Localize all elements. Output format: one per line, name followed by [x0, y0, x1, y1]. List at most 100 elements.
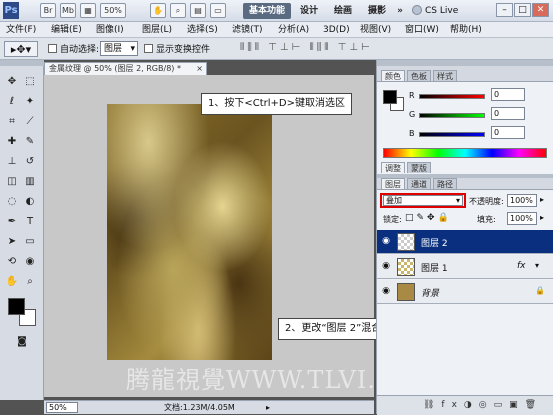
menu-file[interactable]: 文件(F) [6, 22, 36, 38]
layer-name[interactable]: 背景 [421, 286, 439, 299]
type-tool-icon[interactable]: T [22, 214, 38, 230]
channel-r-input[interactable]: 0 [491, 88, 525, 101]
selection-tool-icon[interactable]: ⬚ [22, 74, 38, 90]
crop-tool-icon[interactable]: ⌗ [4, 114, 20, 130]
gradient-tool-icon[interactable]: ▥ [22, 174, 38, 190]
menu-filter[interactable]: 滤镜(T) [232, 22, 263, 38]
blur-tool-icon[interactable]: ◌ [4, 194, 20, 210]
hand-tool-icon[interactable]: ✋ [150, 3, 166, 18]
fill-arrow-icon[interactable]: ▸ [540, 213, 544, 222]
menu-window[interactable]: 窗口(W) [405, 22, 439, 38]
dodge-tool-icon[interactable]: ◐ [22, 194, 38, 210]
show-transform-checkbox[interactable] [144, 44, 153, 53]
menu-layer[interactable]: 图层(L) [142, 22, 172, 38]
quick-mask-icon[interactable]: ◙ [14, 334, 30, 350]
auto-select-checkbox[interactable] [48, 44, 57, 53]
fx-badge[interactable]: fx [517, 261, 526, 271]
tab-swatches[interactable]: 色板 [407, 70, 431, 81]
minimize-button[interactable]: – [496, 3, 513, 17]
menu-view[interactable]: 视图(V) [360, 22, 391, 38]
opacity-input[interactable]: 100% [507, 194, 537, 207]
eye-icon[interactable]: ◉ [380, 287, 392, 296]
zoom-tool-icon[interactable]: ⌕ [170, 3, 186, 18]
opacity-arrow-icon[interactable]: ▸ [540, 195, 544, 204]
pen-tool-icon[interactable]: ✒ [4, 214, 20, 230]
color-spectrum-bar[interactable] [383, 148, 547, 158]
hand-tool-icon[interactable]: ✋ [4, 274, 20, 290]
tool-preset-picker[interactable]: ▸✥▾ [4, 41, 38, 57]
status-menu-arrow-icon[interactable]: ▸ [266, 401, 270, 414]
panel-grip[interactable] [377, 60, 553, 66]
magic-wand-icon[interactable]: ✦ [22, 94, 38, 110]
tab-styles[interactable]: 样式 [433, 70, 457, 81]
layer-row-layer2[interactable]: ◉ 图层 2 [377, 230, 553, 254]
menu-3d[interactable]: 3D(D) [323, 22, 350, 38]
document-tab[interactable]: 金属纹理 @ 50% (图层 2, RGB/8) * × [44, 62, 207, 75]
zoom-level-select[interactable]: 50% [100, 3, 126, 18]
tab-paths[interactable]: 路径 [433, 178, 457, 189]
bridge-button[interactable]: Br [40, 3, 56, 18]
close-icon[interactable]: × [196, 63, 203, 75]
workspace-design[interactable]: 设计 [296, 3, 322, 19]
tab-color[interactable]: 颜色 [381, 70, 405, 81]
callout-step-1: 1、按下<Ctrl+D>键取消选区 [201, 93, 352, 115]
channel-g-slider[interactable] [419, 113, 485, 118]
layer-row-layer1[interactable]: ◉ 图层 1 fx ▾ [377, 255, 553, 279]
color-panel-fg-swatch-top[interactable] [383, 90, 397, 104]
maximize-button[interactable]: □ [514, 3, 531, 17]
eye-icon[interactable]: ◉ [380, 237, 392, 246]
layer-name[interactable]: 图层 1 [421, 261, 448, 274]
tab-layers[interactable]: 图层 [381, 178, 405, 189]
blend-mode-dropdown[interactable]: 叠加 ▾ [383, 195, 463, 206]
align-buttons[interactable]: ⫴⫼⫴ ⊤⊥⊢ ⫴⫼⫴ ⊤⊥⊢ [240, 42, 373, 53]
foreground-color-swatch-top[interactable] [8, 298, 25, 315]
lasso-tool-icon[interactable]: ℓ [4, 94, 20, 110]
brush-tool-icon[interactable]: ✎ [22, 134, 38, 150]
metal-texture-artwork[interactable] [107, 104, 272, 360]
status-doc-size[interactable]: 文档:1.23M/4.05M [164, 401, 235, 414]
arrange-documents-icon[interactable]: ▤ [190, 3, 206, 18]
cs-live-button[interactable]: CS Live [425, 4, 458, 18]
workspace-essentials[interactable]: 基本功能 [243, 3, 291, 19]
zoom-tool-icon[interactable]: ⌕ [22, 274, 38, 290]
toolbox-grip[interactable] [0, 60, 44, 66]
fill-input[interactable]: 100% [507, 212, 537, 225]
history-brush-icon[interactable]: ↺ [22, 154, 38, 170]
eyedropper-icon[interactable]: ⟋ [22, 114, 38, 130]
layer-action-buttons[interactable]: ⛓fx◑◎▭▣🗑 [423, 400, 543, 410]
auto-select-target-dropdown[interactable]: 图层 ▾ [100, 41, 138, 56]
menu-image[interactable]: 图像(I) [96, 22, 124, 38]
clone-stamp-icon[interactable]: ⊥ [4, 154, 20, 170]
mini-bridge-button[interactable]: Mb [60, 3, 76, 18]
healing-brush-icon[interactable]: ✚ [4, 134, 20, 150]
menu-select[interactable]: 选择(S) [187, 22, 218, 38]
move-tool-icon[interactable]: ✥ [4, 74, 20, 90]
3d-rotate-icon[interactable]: ⟲ [4, 254, 20, 270]
status-zoom-field[interactable]: 50% [46, 402, 78, 413]
expand-effects-icon[interactable]: ▾ [535, 261, 539, 270]
view-extras-icon[interactable]: ▦ [80, 3, 96, 18]
3d-camera-icon[interactable]: ◉ [22, 254, 38, 270]
tab-masks[interactable]: 蒙版 [407, 162, 431, 173]
workspace-more-button[interactable]: » [394, 3, 406, 19]
channel-b-slider[interactable] [419, 132, 485, 137]
layer-row-background[interactable]: ◉ 背景 🔒 [377, 280, 553, 304]
menu-help[interactable]: 帮助(H) [450, 22, 482, 38]
lock-buttons[interactable]: □✎✥🔒 [405, 213, 452, 223]
screen-mode-icon[interactable]: ▭ [210, 3, 226, 18]
tab-adjustments[interactable]: 调整 [381, 162, 405, 173]
layer-name[interactable]: 图层 2 [421, 236, 448, 249]
menu-edit[interactable]: 编辑(E) [51, 22, 82, 38]
close-button[interactable]: ✕ [532, 3, 549, 17]
path-selection-icon[interactable]: ➤ [4, 234, 20, 250]
eye-icon[interactable]: ◉ [380, 262, 392, 271]
shape-tool-icon[interactable]: ▭ [22, 234, 38, 250]
workspace-painting[interactable]: 绘画 [330, 3, 356, 19]
channel-b-input[interactable]: 0 [491, 126, 525, 139]
eraser-tool-icon[interactable]: ◫ [4, 174, 20, 190]
channel-r-slider[interactable] [419, 94, 485, 99]
workspace-photography[interactable]: 摄影 [364, 3, 390, 19]
channel-g-input[interactable]: 0 [491, 107, 525, 120]
menu-analysis[interactable]: 分析(A) [278, 22, 309, 38]
tab-channels[interactable]: 通道 [407, 178, 431, 189]
